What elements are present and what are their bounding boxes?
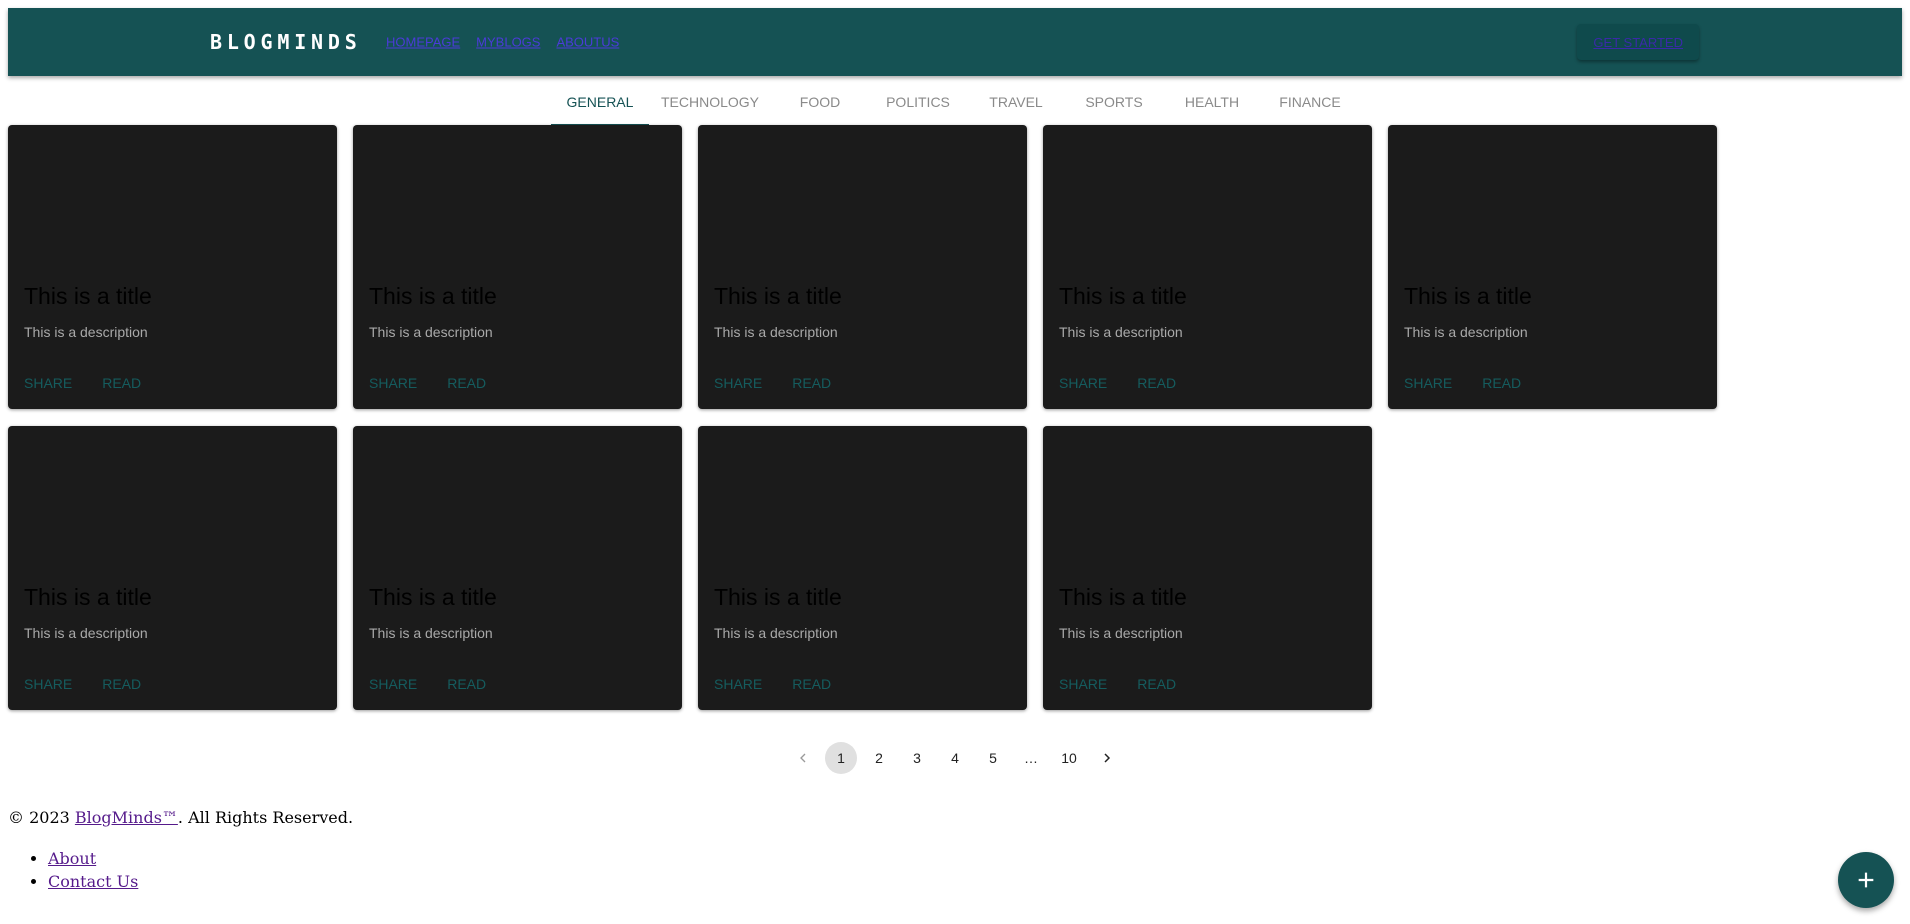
- card-description: This is a description: [1404, 324, 1528, 340]
- chevron-right-icon: [1104, 753, 1111, 763]
- card-title: This is a title: [1059, 584, 1187, 610]
- card-title: This is a title: [24, 584, 152, 610]
- card-title: This is a title: [1059, 283, 1187, 309]
- nav-link-myblogs[interactable]: MYBLOGS: [476, 35, 540, 50]
- page-button-10[interactable]: 10: [1053, 742, 1085, 774]
- nav-link-aboutus[interactable]: ABOUTUS: [556, 35, 619, 50]
- blog-card: This is a title This is a description SH…: [1043, 426, 1372, 710]
- blog-card: This is a title This is a description SH…: [1043, 125, 1372, 409]
- card-actions: SHARE READ: [714, 375, 831, 391]
- card-title: This is a title: [1404, 283, 1532, 309]
- page-button-4[interactable]: 4: [939, 742, 971, 774]
- plus-icon: [1858, 872, 1874, 888]
- share-button[interactable]: SHARE: [714, 375, 762, 391]
- blog-card: This is a title This is a description SH…: [698, 125, 1027, 409]
- copyright-suffix: . All Rights Reserved.: [177, 808, 354, 827]
- tab-technology[interactable]: TECHNOLOGY: [649, 78, 771, 126]
- footer-brand-link[interactable]: BlogMinds™: [75, 808, 178, 827]
- read-button[interactable]: READ: [447, 375, 486, 391]
- footer-link-item: About: [48, 847, 353, 870]
- card-description: This is a description: [1059, 625, 1183, 641]
- read-button[interactable]: READ: [792, 375, 831, 391]
- tab-finance[interactable]: FINANCE: [1261, 78, 1359, 126]
- tab-politics[interactable]: POLITICS: [869, 78, 967, 126]
- app-bar: BLOGMINDS HOMEPAGE MYBLOGS ABOUTUS GET S…: [8, 8, 1902, 76]
- tab-food[interactable]: FOOD: [771, 78, 869, 126]
- card-actions: SHARE READ: [1059, 375, 1176, 391]
- page-button-2[interactable]: 2: [863, 742, 895, 774]
- category-tabs: GENERAL TECHNOLOGY FOOD POLITICS TRAVEL …: [0, 78, 1910, 126]
- get-started-link[interactable]: GET STARTED: [1593, 35, 1683, 50]
- card-description: This is a description: [24, 625, 148, 641]
- card-actions: SHARE READ: [369, 375, 486, 391]
- page-ellipsis: …: [1024, 750, 1038, 766]
- blog-card: This is a title This is a description SH…: [353, 426, 682, 710]
- read-button[interactable]: READ: [1482, 375, 1521, 391]
- prev-page-button[interactable]: [787, 742, 819, 774]
- get-started-button[interactable]: GET STARTED: [1577, 24, 1699, 60]
- share-button[interactable]: SHARE: [369, 676, 417, 692]
- card-description: This is a description: [714, 625, 838, 641]
- copyright-prefix: © 2023: [8, 808, 75, 827]
- card-actions: SHARE READ: [1404, 375, 1521, 391]
- copyright: © 2023 BlogMinds™. All Rights Reserved.: [8, 808, 353, 827]
- blog-card: This is a title This is a description SH…: [698, 426, 1027, 710]
- card-actions: SHARE READ: [1059, 676, 1176, 692]
- next-page-button[interactable]: [1091, 742, 1123, 774]
- card-title: This is a title: [369, 283, 497, 309]
- chevron-left-icon: [800, 753, 806, 763]
- card-actions: SHARE READ: [714, 676, 831, 692]
- share-button[interactable]: SHARE: [714, 676, 762, 692]
- page-button-5[interactable]: 5: [977, 742, 1009, 774]
- pagination: 1 2 3 4 5 … 10: [0, 742, 1910, 774]
- read-button[interactable]: READ: [1137, 375, 1176, 391]
- page-button-3[interactable]: 3: [901, 742, 933, 774]
- footer-links: About Contact Us: [8, 847, 353, 893]
- card-description: This is a description: [369, 625, 493, 641]
- share-button[interactable]: SHARE: [24, 676, 72, 692]
- page-button-1[interactable]: 1: [825, 742, 857, 774]
- read-button[interactable]: READ: [1137, 676, 1176, 692]
- share-button[interactable]: SHARE: [1059, 676, 1107, 692]
- share-button[interactable]: SHARE: [1059, 375, 1107, 391]
- card-title: This is a title: [714, 584, 842, 610]
- share-button[interactable]: SHARE: [1404, 375, 1452, 391]
- main-nav: HOMEPAGE MYBLOGS ABOUTUS: [386, 35, 619, 50]
- footer: © 2023 BlogMinds™. All Rights Reserved. …: [8, 808, 353, 893]
- read-button[interactable]: READ: [447, 676, 486, 692]
- tab-travel[interactable]: TRAVEL: [967, 78, 1065, 126]
- share-button[interactable]: SHARE: [24, 375, 72, 391]
- tab-general[interactable]: GENERAL: [550, 78, 649, 126]
- tab-sports[interactable]: SPORTS: [1065, 78, 1163, 126]
- nav-link-homepage[interactable]: HOMEPAGE: [386, 35, 460, 50]
- share-button[interactable]: SHARE: [369, 375, 417, 391]
- blog-card: This is a title This is a description SH…: [1388, 125, 1717, 409]
- card-actions: SHARE READ: [24, 375, 141, 391]
- blog-card: This is a title This is a description SH…: [353, 125, 682, 409]
- card-actions: SHARE READ: [369, 676, 486, 692]
- read-button[interactable]: READ: [102, 375, 141, 391]
- read-button[interactable]: READ: [102, 676, 141, 692]
- card-description: This is a description: [369, 324, 493, 340]
- card-title: This is a title: [369, 584, 497, 610]
- card-title: This is a title: [24, 283, 152, 309]
- brand-logo[interactable]: BLOGMINDS: [210, 30, 362, 54]
- card-description: This is a description: [24, 324, 148, 340]
- tab-health[interactable]: HEALTH: [1163, 78, 1261, 126]
- read-button[interactable]: READ: [792, 676, 831, 692]
- blog-card: This is a title This is a description SH…: [8, 426, 337, 710]
- card-description: This is a description: [1059, 324, 1183, 340]
- card-title: This is a title: [714, 283, 842, 309]
- footer-link-item: Contact Us: [48, 870, 353, 893]
- contact-us-link[interactable]: Contact Us: [48, 872, 138, 891]
- card-description: This is a description: [714, 324, 838, 340]
- about-link[interactable]: About: [48, 849, 96, 868]
- blog-card: This is a title This is a description SH…: [8, 125, 337, 409]
- add-post-fab[interactable]: [1838, 852, 1894, 908]
- card-actions: SHARE READ: [24, 676, 141, 692]
